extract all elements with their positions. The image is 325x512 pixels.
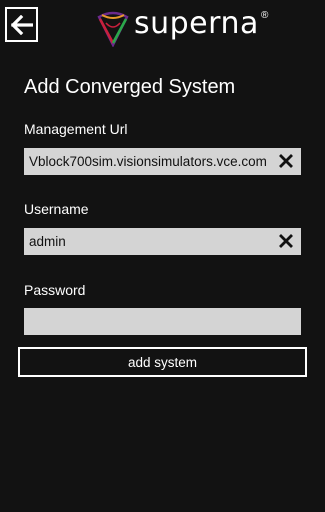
back-button[interactable]: [5, 7, 38, 42]
username-field-box: [24, 228, 301, 255]
registered-mark: ®: [261, 10, 269, 21]
management-url-label: Management Url: [24, 121, 128, 137]
add-system-button[interactable]: add system: [18, 347, 307, 377]
superna-logo: superna ®: [96, 4, 276, 48]
logo-text: superna: [134, 6, 259, 41]
username-label: Username: [24, 201, 89, 217]
add-converged-system-screen: superna ® Add Converged System Managemen…: [0, 0, 325, 512]
arrow-left-icon: [10, 14, 33, 35]
management-url-input[interactable]: [24, 148, 270, 175]
password-input[interactable]: [24, 308, 270, 335]
username-input[interactable]: [24, 228, 270, 255]
page-title: Add Converged System: [24, 76, 236, 98]
password-label: Password: [24, 282, 86, 298]
clear-username-icon[interactable]: [279, 234, 293, 248]
clear-url-icon[interactable]: [279, 154, 293, 168]
superna-logo-mark-icon: [96, 7, 130, 48]
management-url-field-box: [24, 148, 301, 175]
password-field-box: [24, 308, 301, 335]
